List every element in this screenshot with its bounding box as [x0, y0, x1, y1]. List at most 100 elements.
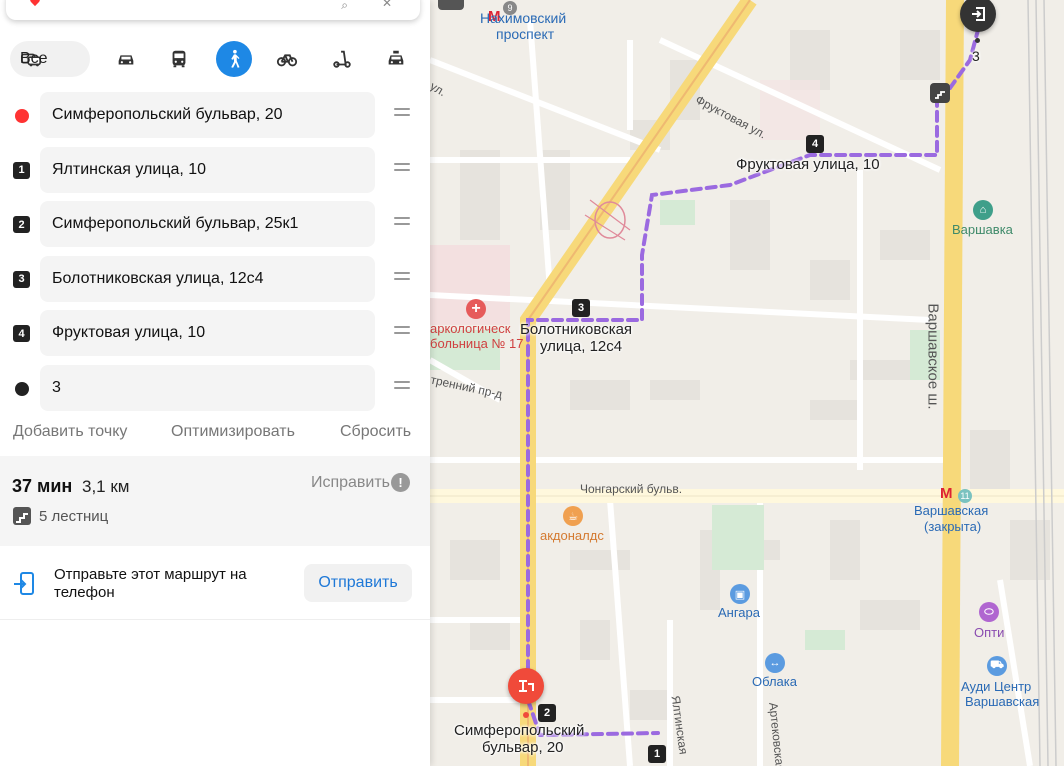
search-bar[interactable]: ⌕ ✕ [6, 0, 420, 20]
stairs-info: 5 лестниц [13, 507, 108, 525]
map-waypoint-badge-4[interactable]: 4 [806, 135, 824, 153]
route-duration: 37 мин [12, 476, 73, 496]
station-icon[interactable]: ⌂ [973, 200, 993, 220]
search-icon[interactable]: ⌕ [341, 0, 348, 13]
mode-car-button[interactable] [108, 41, 144, 77]
waypoint-2: 2 Симферопольский бульвар, 25к1 [0, 201, 430, 256]
map-canvas[interactable]: M 9 Нахимовский проспект ул. Фруктовая у… [430, 0, 1064, 766]
taxi-icon [388, 50, 404, 65]
nakhimovsky-text: Нахимовский [480, 10, 567, 26]
route-summary[interactable]: 37 мин 3,1 км Исправить ! 5 лестниц [0, 456, 430, 546]
map-waypoint-label-4: Фруктовая улица, 10 [736, 156, 880, 173]
map-label-varshavka: Варшавка [952, 222, 1013, 237]
map-label-closed: (закрыта) [924, 519, 982, 534]
map-label-varshavskoe: Варшавское ш. [924, 303, 942, 410]
map-label-nakhimovsky: Нахимовский [480, 10, 566, 26]
map-label-audi-2: Варшавская [965, 694, 1040, 709]
waypoint-end: 3 [0, 364, 430, 420]
waypoint-field[interactable]: Ялтинская улица, 10 [40, 146, 375, 193]
map-label-hospital-2: больница № 17 [430, 336, 524, 351]
map-waypoint-badge-2[interactable]: 2 [538, 704, 556, 722]
end-dot [975, 38, 980, 43]
metro-line-badge: 11 [958, 489, 972, 503]
fitness-icon[interactable]: ↔ [765, 653, 785, 673]
waypoint-field[interactable]: 3 [40, 364, 375, 411]
map-waypoint-badge-1[interactable]: 1 [648, 745, 666, 763]
mode-all-button[interactable]: Все [10, 41, 90, 77]
waypoint-field[interactable]: Симферопольский бульвар, 20 [40, 92, 375, 138]
bicycle-icon [276, 54, 298, 67]
stairs-icon [13, 507, 31, 525]
map-start-label-2: бульвар, 20 [482, 739, 564, 756]
start-marker-icon [15, 109, 29, 123]
map-label-varshavskaya: Варшавская [914, 503, 989, 518]
waypoint-number-badge: 1 [13, 161, 30, 179]
send-to-phone: Отправьте этот маршрут на телефон Отправ… [0, 546, 430, 620]
map-waypoint-label-3b: улица, 12с4 [540, 338, 623, 355]
metro-icon: M [940, 485, 953, 502]
waypoint-start: Симферопольский бульвар, 20 [0, 92, 430, 147]
map-stairs-icon[interactable] [930, 83, 950, 103]
map-label-chongarsky: Чонгарский бульв. [580, 482, 683, 496]
waypoint-field[interactable]: Фруктовая улица, 10 [40, 310, 375, 356]
start-pin-icon[interactable] [508, 668, 544, 704]
send-button[interactable]: Отправить [304, 564, 412, 602]
close-icon[interactable]: ✕ [382, 0, 392, 10]
waypoint-field[interactable]: Болотниковская улица, 12с4 [40, 255, 375, 302]
add-point-button[interactable]: Добавить точку [13, 423, 127, 441]
optimize-button[interactable]: Оптимизировать [171, 423, 295, 441]
mode-all-label: Все [20, 50, 48, 67]
drag-handle-icon[interactable] [394, 380, 410, 393]
route-actions: Добавить точку Оптимизировать Сбросить [13, 423, 413, 443]
map-start-label-1: Симферопольский [454, 722, 585, 739]
info-icon[interactable]: ! [391, 473, 410, 492]
pedestrian-icon [231, 49, 240, 68]
drag-handle-icon[interactable] [394, 271, 410, 284]
car-icon [118, 55, 134, 65]
car-dealer-icon[interactable]: ⛟ [987, 656, 1007, 676]
map-label-audi-1: Ауди Центр [961, 679, 1032, 694]
mode-scooter-button[interactable] [324, 41, 360, 77]
mode-bicycle-button[interactable] [269, 41, 305, 77]
drag-handle-icon[interactable] [394, 162, 410, 175]
waypoint-number-badge: 4 [13, 325, 30, 342]
mode-taxi-button[interactable] [378, 41, 414, 77]
waypoint-list: Симферопольский бульвар, 20 1 Ялтинская … [0, 92, 430, 419]
shop-icon[interactable]: ▣ [730, 584, 750, 604]
waypoint-3: 3 Болотниковская улица, 12с4 [0, 255, 430, 311]
fix-route-button[interactable]: Исправить [311, 474, 390, 492]
waypoint-number-badge: 3 [13, 270, 30, 288]
stairs-count: 5 лестниц [39, 507, 109, 525]
map-label-hospital-1: аркологическ [430, 321, 511, 336]
map-label-angara: Ангара [718, 605, 760, 620]
drag-handle-icon[interactable] [394, 217, 410, 229]
waypoint-4: 4 Фруктовая улица, 10 [0, 310, 430, 365]
reset-button[interactable]: Сбросить [340, 423, 411, 441]
map-label-oblaka: Облака [752, 674, 797, 689]
location-pin-icon [27, 0, 43, 7]
map-waypoint-badge-3[interactable]: 3 [572, 299, 590, 317]
map-label-prospekt: проспект [496, 26, 555, 42]
drag-handle-icon[interactable] [394, 326, 410, 338]
waypoint-1: 1 Ялтинская улица, 10 [0, 146, 430, 202]
hospital-icon[interactable]: + [466, 299, 486, 319]
map-label-mcdonalds: акдоналдс [540, 528, 604, 543]
scooter-icon [333, 50, 351, 68]
start-dot [523, 712, 529, 718]
restaurant-icon[interactable]: ☕ [563, 506, 583, 526]
waypoint-field[interactable]: Симферопольский бульвар, 25к1 [40, 201, 375, 247]
mode-pedestrian-button[interactable] [216, 41, 252, 77]
mode-bus-button[interactable] [161, 41, 197, 77]
waypoint-number-badge: 2 [13, 216, 30, 233]
map-control-button[interactable] [438, 0, 464, 10]
map-waypoint-label-3a: Болотниковская [520, 321, 633, 338]
route-distance: 3,1 км [82, 477, 130, 496]
drag-handle-icon[interactable] [394, 108, 410, 120]
map-base [430, 0, 1064, 766]
pharmacy-icon[interactable]: ⬭ [979, 602, 999, 622]
transport-modes: Все [10, 40, 415, 78]
route-panel: ⌕ ✕ Все Симферопольский бульвар, 20 1 Ял… [0, 0, 430, 766]
phone-send-icon [14, 572, 34, 595]
map-label-opti: Опти [974, 625, 1005, 640]
end-marker-icon [15, 381, 29, 396]
